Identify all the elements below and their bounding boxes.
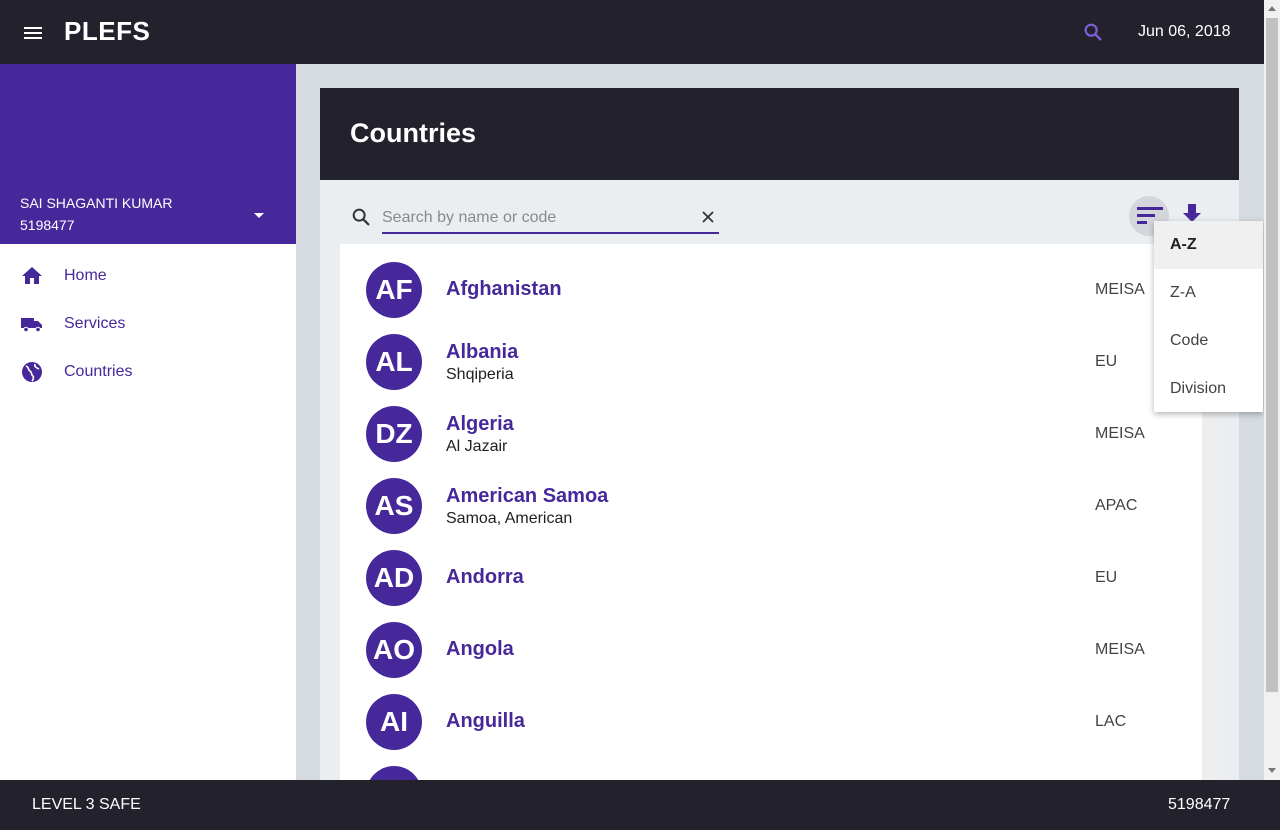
page-scrollbar[interactable]	[1264, 0, 1280, 780]
country-name: American Samoa	[446, 485, 609, 507]
list-item[interactable]: AO Angola MEISA	[340, 614, 1202, 686]
list-item[interactable]: DZ Algeria Al Jazair MEISA	[340, 398, 1202, 470]
sidebar: SAI SHAGANTI KUMAR 5198477 Home Services…	[0, 64, 296, 780]
avatar: AF	[366, 262, 422, 318]
sidebar-item-home[interactable]: Home	[0, 252, 296, 300]
countries-list: AF Afghanistan MEISA AL Albania Shqiperi…	[340, 244, 1202, 780]
list-item[interactable]: AF Afghanistan MEISA	[340, 254, 1202, 326]
card-header: Countries	[320, 88, 1239, 180]
avatar: AO	[366, 622, 422, 678]
menu-icon[interactable]	[24, 24, 48, 42]
footer-user-id: 5198477	[1168, 796, 1231, 813]
list-item[interactable]: AS American Samoa Samoa, American APAC	[340, 470, 1202, 542]
security-level: LEVEL 3 SAFE	[32, 796, 141, 813]
user-profile: SAI SHAGANTI KUMAR 5198477	[0, 64, 296, 244]
country-native-name: Shqiperia	[446, 366, 514, 383]
search-icon[interactable]	[1082, 21, 1104, 43]
sort-option-label: Division	[1170, 380, 1227, 397]
country-native-name: Al Jazair	[446, 438, 508, 455]
page-title: Countries	[350, 118, 477, 148]
sidebar-item-services[interactable]: Services	[0, 300, 296, 348]
list-item[interactable]: AI Anguilla LAC	[340, 686, 1202, 758]
search-input[interactable]	[382, 206, 682, 230]
country-name: Algeria	[446, 413, 514, 435]
scroll-up-arrow[interactable]	[1268, 6, 1276, 11]
close-icon[interactable]	[701, 210, 715, 224]
search-icon	[352, 208, 370, 226]
sort-option-label: A-Z	[1170, 236, 1197, 253]
division-label: MEISA	[1095, 281, 1145, 298]
division-label: MEISA	[1095, 425, 1145, 442]
search-bar	[350, 206, 720, 234]
app-title: PLEFS	[64, 16, 151, 46]
search-underline	[382, 232, 719, 234]
country-name: Andorra	[446, 566, 524, 588]
countries-card: Countries AF Afghanistan MEISA AL	[320, 88, 1239, 780]
country-name: Anguilla	[446, 710, 525, 732]
scroll-down-arrow[interactable]	[1268, 768, 1276, 773]
country-native-name: Samoa, American	[446, 510, 573, 527]
home-icon	[22, 267, 42, 284]
avatar: DZ	[366, 406, 422, 462]
sort-option-z-a[interactable]: Z-A	[1154, 269, 1263, 317]
globe-icon	[22, 362, 42, 382]
sidebar-item-label: Countries	[64, 363, 133, 380]
sort-menu: A-Z Z-A Code Division	[1154, 221, 1263, 412]
current-date: Jun 06, 2018	[1138, 23, 1231, 40]
scroll-thumb[interactable]	[1266, 18, 1278, 692]
sort-option-division[interactable]: Division	[1154, 365, 1263, 413]
sort-option-code[interactable]: Code	[1154, 317, 1263, 365]
sidebar-item-label: Home	[64, 267, 107, 284]
division-label: EU	[1095, 353, 1118, 370]
footer: LEVEL 3 SAFE 5198477	[0, 780, 1280, 830]
truck-icon	[21, 318, 42, 333]
country-name: Afghanistan	[446, 278, 562, 300]
app-bar: PLEFS Jun 06, 2018	[0, 0, 1264, 64]
sidebar-item-label: Services	[64, 315, 126, 332]
country-name: Albania	[446, 341, 519, 363]
list-item[interactable]	[340, 758, 1202, 780]
list-item[interactable]: AD Andorra EU	[340, 542, 1202, 614]
division-label: EU	[1095, 569, 1118, 586]
sort-option-label: Code	[1170, 332, 1209, 349]
list-item[interactable]: AL Albania Shqiperia EU	[340, 326, 1202, 398]
sidebar-item-countries[interactable]: Countries	[0, 348, 296, 396]
country-name: Angola	[446, 638, 514, 660]
avatar: AD	[366, 550, 422, 606]
avatar: AS	[366, 478, 422, 534]
sort-option-a-z[interactable]: A-Z	[1154, 221, 1263, 269]
division-label: APAC	[1095, 497, 1138, 514]
division-label: MEISA	[1095, 641, 1145, 658]
chevron-down-icon[interactable]	[254, 213, 264, 218]
avatar: AI	[366, 694, 422, 750]
division-label: LAC	[1095, 713, 1127, 730]
user-id: 5198477	[20, 217, 75, 233]
user-name: SAI SHAGANTI KUMAR	[20, 195, 173, 211]
avatar: AL	[366, 334, 422, 390]
sort-option-label: Z-A	[1170, 284, 1196, 301]
avatar	[366, 766, 422, 780]
